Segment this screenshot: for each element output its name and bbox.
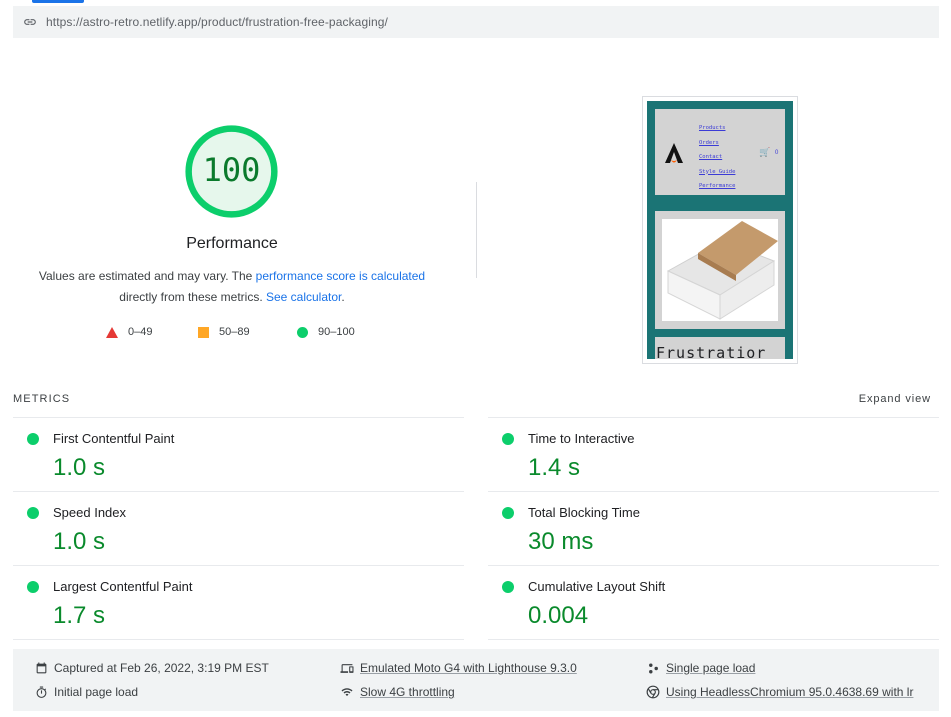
pass-circle-icon [502,507,514,519]
metric-time-to-interactive[interactable]: Time to Interactive 1.4 s [488,417,939,491]
metrics-header: METRICS [13,393,71,405]
metric-value: 1.4 s [528,454,581,481]
legend-pass-label: 90–100 [318,326,355,338]
captured-text: Captured at Feb 26, 2022, 3:19 PM EST [54,661,269,675]
legend-average-label: 50–89 [219,326,250,338]
browser-text[interactable]: Using HeadlessChromium 95.0.4638.69 with… [666,685,913,699]
legend-pass: 90–100 [297,324,355,340]
see-calculator-link[interactable]: See calculator [266,290,341,304]
metric-label: Largest Contentful Paint [53,579,193,594]
desc-text-1: Values are estimated and may vary. The [38,269,256,283]
product-image [662,219,778,321]
throttling-text[interactable]: Slow 4G throttling [360,685,455,699]
metric-cumulative-layout-shift[interactable]: Cumulative Layout Shift 0.004 [488,565,939,639]
pass-circle-icon [27,433,39,445]
initial-load-text: Initial page load [54,685,139,699]
session-text[interactable]: Single page load [666,661,755,675]
pass-circle-icon [502,433,514,445]
square-icon [198,326,209,338]
vertical-divider [476,182,477,278]
metric-label: Total Blocking Time [528,505,640,520]
thumbnail-content: Products Orders Contact Style Guide Perf… [647,101,793,359]
metrics-divider [13,639,464,640]
thumbnail-product-card [655,211,785,329]
score-value: 100 [202,151,261,189]
link-icon [22,14,38,30]
nodes-icon [646,661,660,675]
devices-icon [340,661,354,675]
footer-captured: Captured at Feb 26, 2022, 3:19 PM EST [34,659,269,677]
metric-largest-contentful-paint[interactable]: Largest Contentful Paint 1.7 s [13,565,464,639]
metric-value: 0.004 [528,602,589,629]
footer-browser[interactable]: Using HeadlessChromium 95.0.4638.69 with… [646,683,913,701]
thumbnail-nav-item: Contact [699,154,723,160]
url-bar: https://astro-retro.netlify.app/product/… [13,6,939,38]
thumbnail-nav-item: Performance [699,183,736,189]
footer-device[interactable]: Emulated Moto G4 with Lighthouse 9.3.0 [340,659,577,677]
desc-text-3: . [341,290,345,304]
legend-fail: 0–49 [106,324,152,340]
metric-value: 1.0 s [53,528,106,555]
metric-value: 1.0 s [53,454,106,481]
metric-label: Time to Interactive [528,431,635,446]
thumbnail-nav-item: Style Guide [699,168,736,175]
wifi-icon [340,685,354,699]
legend-fail-label: 0–49 [128,326,153,338]
circle-icon [297,326,308,338]
cart-count: 0 [775,150,779,156]
footer-session[interactable]: Single page load [646,659,755,677]
desc-text-2: directly from these metrics. [119,290,266,304]
thumbnail-product-title: Frustratior [656,344,767,359]
calendar-icon [34,661,48,675]
timer-icon [34,685,48,699]
metric-value: 30 ms [528,528,594,555]
legend-average: 50–89 [198,324,250,340]
metrics-divider [488,639,939,640]
metric-label: Cumulative Layout Shift [528,579,666,594]
metric-speed-index[interactable]: Speed Index 1.0 s [13,491,464,565]
metric-label: First Contentful Paint [53,431,175,446]
thumbnail-nav-item: Products [699,125,726,131]
page-url[interactable]: https://astro-retro.netlify.app/product/… [46,15,388,29]
runtime-settings-footer: Captured at Feb 26, 2022, 3:19 PM EST In… [13,649,939,711]
device-text[interactable]: Emulated Moto G4 with Lighthouse 9.3.0 [360,661,577,675]
expand-view-button[interactable]: Expand view [859,393,931,405]
page-screenshot-thumbnail[interactable]: Products Orders Contact Style Guide Perf… [642,96,798,364]
cart-icon: 🛒 [759,147,771,157]
score-description: Values are estimated and may vary. The p… [30,266,434,308]
pass-circle-icon [27,507,39,519]
thumbnail-header: Products Orders Contact Style Guide Perf… [655,109,785,195]
score-title: Performance [186,235,278,252]
triangle-icon [106,326,118,338]
footer-throttling[interactable]: Slow 4G throttling [340,683,455,701]
active-tab-indicator [32,0,84,3]
metric-value: 1.7 s [53,602,106,629]
score-calculated-link[interactable]: performance score is calculated [256,269,425,283]
metric-label: Speed Index [53,505,127,520]
thumbnail-nav: Products Orders Contact Style Guide Perf… [699,121,735,194]
pass-circle-icon [502,581,514,593]
astro-logo-icon [665,143,683,163]
pass-circle-icon [27,581,39,593]
thumbnail-nav-item: Orders [699,139,719,146]
footer-initial-load: Initial page load [34,683,138,701]
chromium-icon [646,685,660,699]
metric-first-contentful-paint[interactable]: First Contentful Paint 1.0 s [13,417,464,491]
metric-total-blocking-time[interactable]: Total Blocking Time 30 ms [488,491,939,565]
